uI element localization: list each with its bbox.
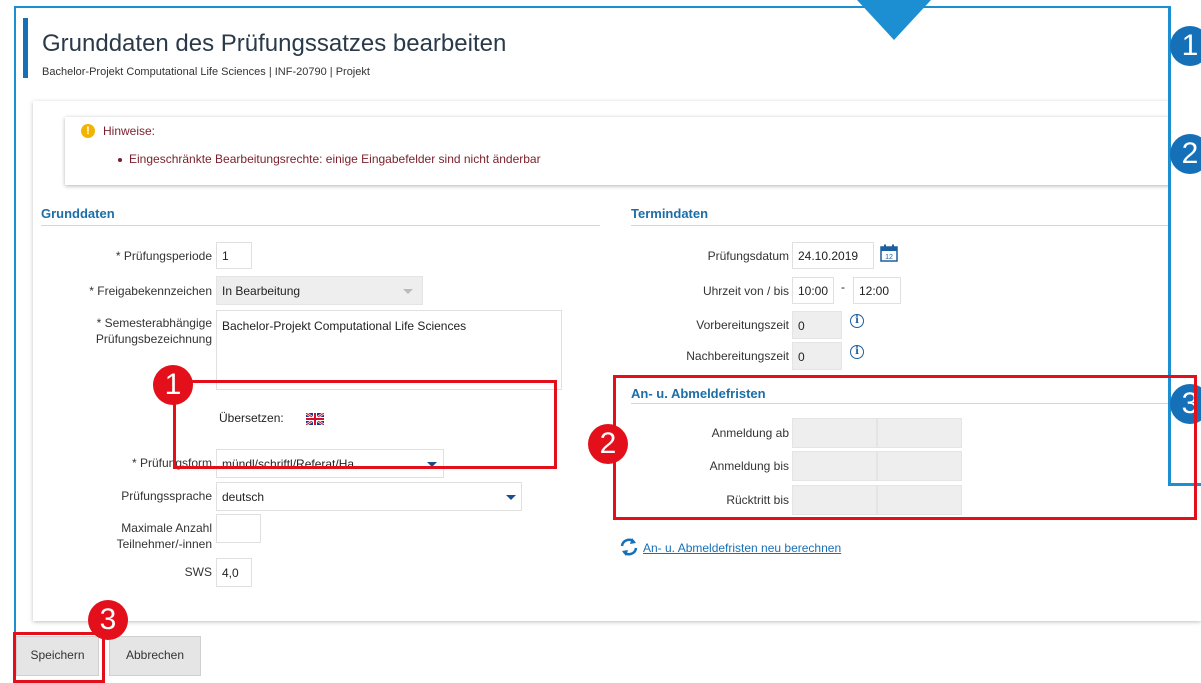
annotation-badge-2: 2 xyxy=(588,424,628,464)
bezeichnung-textarea[interactable]: Bachelor-Projekt Computational Life Scie… xyxy=(216,310,562,390)
sws-input[interactable]: 4,0 xyxy=(216,558,252,587)
pruefungssprache-label: Prüfungssprache xyxy=(121,489,212,503)
max-teilnehmer-label-line1: Maximale Anzahl xyxy=(121,521,212,535)
section-heading-termindaten: Termindaten xyxy=(631,206,709,221)
pruefungssprache-value: deutsch xyxy=(222,490,265,504)
highlight-box-2 xyxy=(613,375,1197,520)
info-warning-icon: ! xyxy=(81,124,95,138)
annotation-badge-3: 3 xyxy=(88,600,128,640)
pruefungsdatum-input[interactable]: 24.10.2019 xyxy=(792,242,874,269)
max-teilnehmer-label-line2: Teilnehmer/-innen xyxy=(116,537,212,551)
uhrzeit-von-input[interactable]: 10:00 xyxy=(792,277,834,304)
nachbereitungszeit-label: Nachbereitungszeit xyxy=(686,349,789,363)
sws-value: 4,0 xyxy=(222,566,239,580)
uhrzeit-bis-value: 12:00 xyxy=(859,284,890,298)
annotation-badge-1: 1 xyxy=(153,365,193,405)
page-title: Grunddaten des Prüfungssatzes bearbeiten xyxy=(42,30,507,57)
breadcrumb: Bachelor-Projekt Computational Life Scie… xyxy=(42,66,370,78)
highlight-box-3 xyxy=(13,632,105,683)
pruefungsperiode-input[interactable]: 1 xyxy=(216,242,252,269)
pruefungssprache-select[interactable]: deutsch xyxy=(216,482,522,511)
pointer-arrow xyxy=(857,0,931,40)
info-icon[interactable]: i xyxy=(850,345,864,359)
chevron-down-icon xyxy=(506,495,516,500)
nachbereitungszeit-input[interactable]: 0 xyxy=(792,342,842,370)
vorbereitungszeit-value: 0 xyxy=(798,319,805,333)
bezeichnung-label-line1: * Semesterabhängige xyxy=(96,316,212,330)
uhrzeit-von-value: 10:00 xyxy=(798,284,829,298)
uhrzeit-label: Uhrzeit von / bis xyxy=(702,284,789,298)
vorbereitungszeit-input[interactable]: 0 xyxy=(792,311,842,339)
bezeichnung-label-line2: Prüfungsbezeichnung xyxy=(95,332,212,346)
pruefungsperiode-value: 1 xyxy=(222,249,229,263)
hint-title: Hinweise: xyxy=(103,124,156,138)
bezeichnung-value: Bachelor-Projekt Computational Life Scie… xyxy=(222,319,467,333)
section-divider xyxy=(41,225,600,226)
hint-item: Eingeschränkte Bearbeitungsrechte: einig… xyxy=(129,152,541,166)
recalc-fristen-link[interactable]: An- u. Abmeldefristen neu berechnen xyxy=(643,541,841,555)
max-teilnehmer-input[interactable] xyxy=(216,514,261,543)
nachbereitungszeit-value: 0 xyxy=(798,350,805,364)
pruefungsdatum-value: 24.10.2019 xyxy=(798,249,859,263)
title-accent-bar xyxy=(23,18,28,78)
highlight-box-1 xyxy=(173,380,557,469)
uhrzeit-bis-input[interactable]: 12:00 xyxy=(853,277,901,304)
freigabe-label: * Freigabekennzeichen xyxy=(89,284,212,298)
sws-label: SWS xyxy=(184,565,212,579)
hint-box xyxy=(65,117,1201,185)
section-divider xyxy=(631,225,1191,226)
chevron-down-icon xyxy=(403,289,413,294)
freigabe-select[interactable]: In Bearbeitung xyxy=(216,276,423,305)
cancel-button[interactable]: Abbrechen xyxy=(109,636,201,676)
hint-bullet xyxy=(118,158,122,162)
frame-border-left xyxy=(14,6,16,683)
calendar-icon[interactable]: 12 xyxy=(880,244,898,262)
refresh-icon[interactable] xyxy=(619,537,639,557)
vorbereitungszeit-label: Vorbereitungszeit xyxy=(696,318,789,332)
pruefungsperiode-label: * Prüfungsperiode xyxy=(115,249,212,263)
pruefungsdatum-label: Prüfungsdatum xyxy=(707,249,789,263)
frame-border-top xyxy=(14,6,1201,8)
svg-text:12: 12 xyxy=(885,254,893,261)
uhrzeit-separator: - xyxy=(841,280,845,294)
freigabe-value: In Bearbeitung xyxy=(222,284,301,298)
section-heading-grunddaten: Grunddaten xyxy=(41,206,115,221)
info-icon[interactable]: i xyxy=(850,314,864,328)
